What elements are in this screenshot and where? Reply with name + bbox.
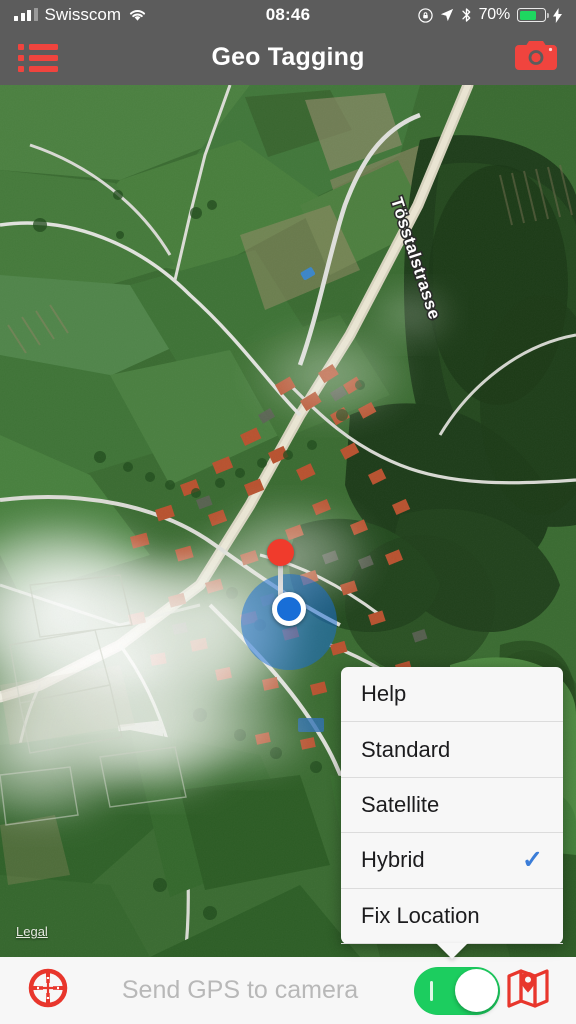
wifi-icon xyxy=(128,8,147,22)
list-menu-button[interactable] xyxy=(18,43,58,72)
status-bar-left: Swisscom xyxy=(14,5,147,25)
signal-bars-icon xyxy=(14,8,38,21)
menu-item-label: Satellite xyxy=(361,791,440,817)
rotation-lock-icon xyxy=(417,7,433,23)
checkmark-icon: ✓ xyxy=(522,845,543,874)
menu-item-fix-location[interactable]: Fix Location xyxy=(341,889,563,944)
bluetooth-icon xyxy=(461,7,472,23)
battery-percent-label: 70% xyxy=(478,6,511,23)
list-menu-icon xyxy=(18,43,58,72)
camera-icon xyxy=(514,38,558,77)
map-type-popup-menu: Help Standard Satellite Hybrid ✓ Fix Loc… xyxy=(341,667,563,959)
toggle-knob xyxy=(454,969,498,1012)
carrier-label: Swisscom xyxy=(44,5,122,24)
menu-item-label: Standard xyxy=(361,736,451,762)
popup-arrow-pointer xyxy=(436,942,468,959)
battery-icon xyxy=(517,8,549,22)
location-arrow-icon xyxy=(440,8,454,22)
toggle-on-indicator xyxy=(430,980,433,1001)
user-location-dot xyxy=(272,592,306,626)
menu-item-label: Hybrid xyxy=(361,847,425,873)
menu-item-help[interactable]: Help xyxy=(341,667,563,723)
send-gps-label: Send GPS to camera xyxy=(121,976,359,1004)
bottom-toolbar: Send GPS to camera xyxy=(0,957,576,1024)
menu-item-hybrid[interactable]: Hybrid ✓ xyxy=(341,833,563,889)
menu-item-satellite[interactable]: Satellite xyxy=(341,778,563,834)
status-bar-right: 70% xyxy=(417,6,562,24)
menu-item-label: Help xyxy=(361,681,407,707)
camera-button[interactable] xyxy=(514,38,558,77)
nav-bar: Geo Tagging xyxy=(0,30,576,85)
send-gps-toggle[interactable] xyxy=(414,966,500,1015)
menu-item-label: Fix Location xyxy=(361,902,480,928)
charging-bolt-icon xyxy=(553,7,562,23)
app-screen: Swisscom 08:46 70% Geo Tagging Tösstalst… xyxy=(0,0,576,1024)
crosshair-target-icon xyxy=(27,967,69,1014)
crosshair-button[interactable] xyxy=(20,967,76,1014)
map-pin-icon xyxy=(506,968,550,1013)
page-title: Geo Tagging xyxy=(211,43,365,71)
map-pin-button[interactable] xyxy=(500,968,556,1013)
status-bar: Swisscom 08:46 70% xyxy=(0,0,576,30)
legal-link[interactable]: Legal xyxy=(16,924,48,939)
menu-item-standard[interactable]: Standard xyxy=(341,722,563,778)
